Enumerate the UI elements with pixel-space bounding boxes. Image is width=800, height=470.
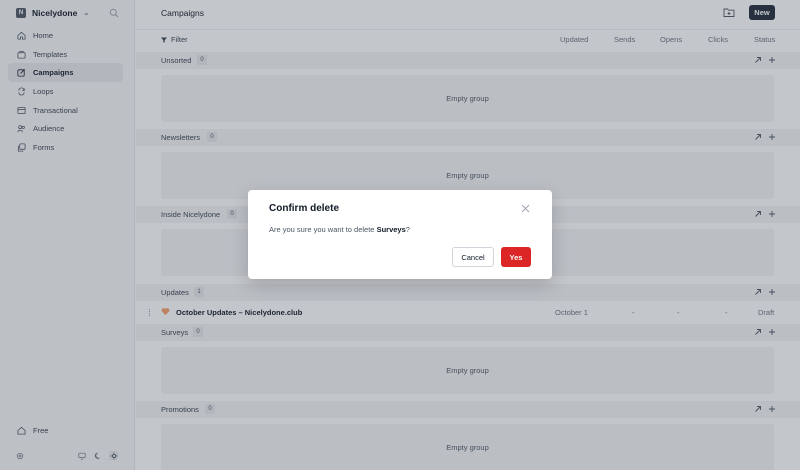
cancel-button[interactable]: Cancel (452, 247, 494, 267)
dialog-message-prefix: Are you sure you want to delete (269, 225, 377, 234)
close-icon[interactable] (521, 204, 530, 213)
dialog-title: Confirm delete (269, 203, 340, 214)
dialog-message-suffix: ? (405, 225, 410, 234)
dialog-message: Are you sure you want to delete Surveys? (269, 225, 410, 234)
confirm-delete-dialog: Confirm delete Are you sure you want to … (248, 190, 552, 279)
confirm-yes-button[interactable]: Yes (501, 247, 531, 267)
dialog-target-name: Surveys (376, 225, 406, 234)
